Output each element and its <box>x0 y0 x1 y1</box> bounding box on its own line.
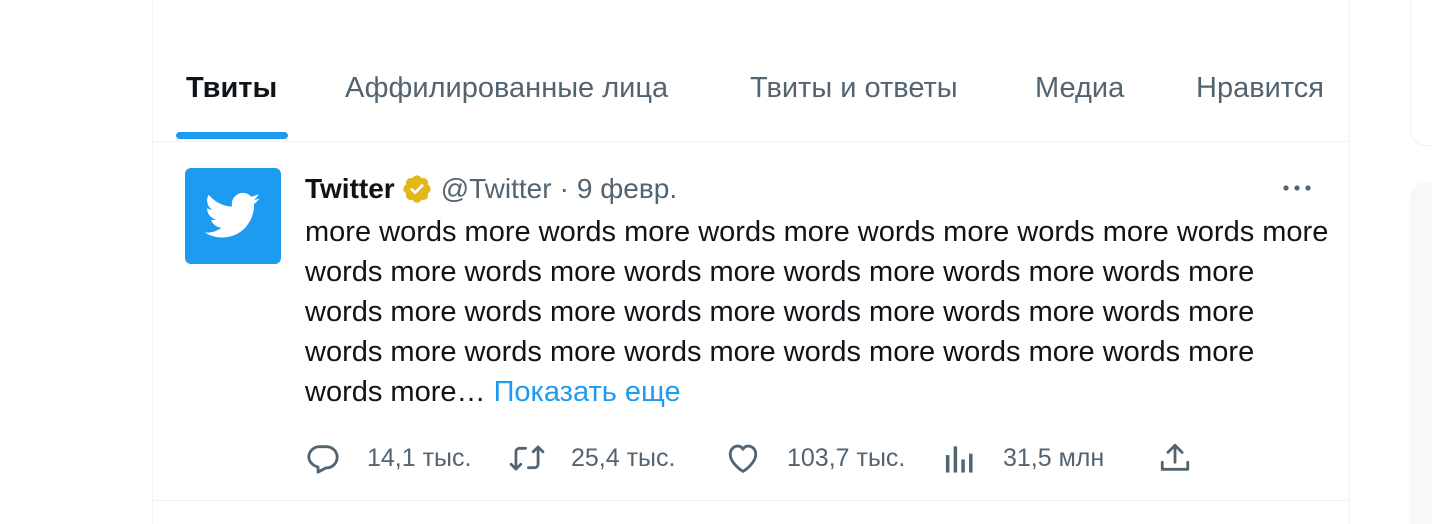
heart-icon <box>725 440 761 476</box>
separator-dot: · <box>559 173 569 204</box>
tab-tweets-and-replies[interactable]: Твиты и ответы <box>750 72 958 105</box>
avatar[interactable] <box>185 168 281 264</box>
retweet-count: 25,4 тыс. <box>571 443 676 472</box>
twitter-bird-icon <box>205 192 261 238</box>
display-name[interactable]: Twitter <box>305 173 395 205</box>
like-count: 103,7 тыс. <box>787 443 906 472</box>
user-handle[interactable]: @Twitter <box>441 173 552 205</box>
tweet-text: more words more words more words more wo… <box>305 212 1335 412</box>
more-options-button[interactable] <box>1279 174 1315 202</box>
views-button[interactable]: 31,5 млн <box>941 438 1104 478</box>
tab-affiliates[interactable]: Аффилированные лица <box>345 72 668 105</box>
tab-media[interactable]: Медиа <box>1035 72 1124 105</box>
views-count: 31,5 млн <box>1003 443 1105 472</box>
like-button[interactable]: 103,7 тыс. <box>725 438 905 478</box>
show-more-link[interactable]: Показать еще <box>494 376 681 408</box>
reply-button[interactable]: 14,1 тыс. <box>305 438 471 478</box>
tweet[interactable]: Twitter @Twitter · 9 февр. more words mo… <box>153 142 1349 501</box>
active-tab-indicator <box>176 132 288 139</box>
verified-badge-icon[interactable] <box>401 173 433 205</box>
tweet-body: more words more words more words more wo… <box>305 216 1329 408</box>
sidebar-panel <box>1410 182 1432 524</box>
share-button[interactable] <box>1157 438 1193 478</box>
more-horizontal-icon <box>1283 185 1311 191</box>
tab-likes[interactable]: Нравится <box>1196 72 1324 105</box>
sidebar-card <box>1410 0 1432 146</box>
tweet-header: Twitter @Twitter · 9 февр. <box>305 172 677 206</box>
tweet-actions: 14,1 тыс. 25,4 тыс. 103,7 тыс. 31,5 млн <box>305 438 1205 478</box>
share-icon <box>1157 440 1193 476</box>
tweet-date[interactable]: 9 февр. <box>577 173 677 205</box>
tab-tweets[interactable]: Твиты <box>186 72 277 105</box>
page: Твиты Аффилированные лица Твиты и ответы… <box>0 0 1432 524</box>
views-chart-icon <box>941 440 977 476</box>
reply-icon <box>305 440 341 476</box>
retweet-button[interactable]: 25,4 тыс. <box>509 438 675 478</box>
profile-tabs: Твиты Аффилированные лица Твиты и ответы… <box>153 48 1349 142</box>
reply-count: 14,1 тыс. <box>367 443 472 472</box>
retweet-icon <box>509 440 545 476</box>
